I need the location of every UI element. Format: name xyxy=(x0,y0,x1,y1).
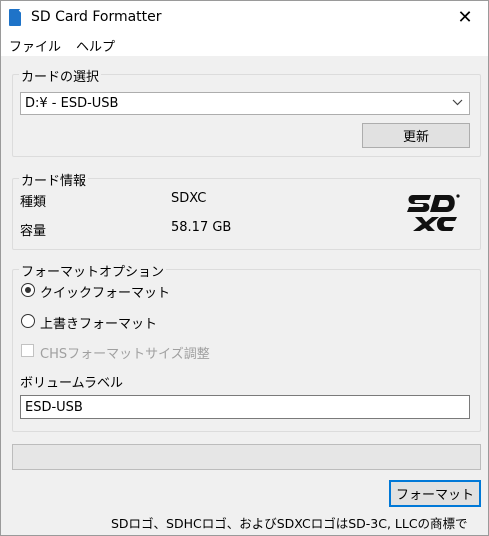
close-button[interactable]: ✕ xyxy=(442,1,488,34)
volume-label-value: ESD-USB xyxy=(25,399,83,415)
quick-format-label[interactable]: クイックフォーマット xyxy=(40,282,170,301)
app-window: SD Card Formatter ✕ ファイル ヘルプ カードの選択 D:¥ … xyxy=(0,0,489,536)
type-label: 種類 xyxy=(20,195,47,210)
card-info-label: カード情報 xyxy=(19,170,89,189)
chs-label: CHSフォーマットサイズ調整 xyxy=(40,347,210,362)
sdxc-logo xyxy=(403,191,465,233)
trademark-note: SDロゴ、SDHCロゴ、およびSDXCロゴはSD-3C, LLCの商標です。 xyxy=(111,516,468,536)
capacity-label: 容量 xyxy=(20,224,47,239)
quick-format-radio[interactable] xyxy=(21,283,35,297)
format-progress-bar xyxy=(12,444,481,470)
format-button[interactable]: フォーマット xyxy=(389,480,481,507)
title-bar[interactable]: SD Card Formatter ✕ xyxy=(1,1,488,34)
window-title: SD Card Formatter xyxy=(31,9,162,25)
chevron-down-icon xyxy=(452,96,463,109)
refresh-button-label: 更新 xyxy=(402,130,429,145)
close-icon: ✕ xyxy=(457,7,473,28)
format-options-label: フォーマットオプション xyxy=(19,261,167,280)
card-select-label: カードの選択 xyxy=(19,66,102,85)
overwrite-format-label[interactable]: 上書きフォーマット xyxy=(40,313,157,332)
volume-label-title: ボリュームラベル xyxy=(20,376,123,391)
chs-checkbox[interactable] xyxy=(21,344,34,357)
overwrite-format-radio[interactable] xyxy=(21,314,35,328)
volume-label-input[interactable]: ESD-USB xyxy=(20,395,470,419)
menu-file[interactable]: ファイル xyxy=(1,36,68,55)
drive-select-value: D:¥ - ESD-USB xyxy=(25,96,119,111)
refresh-button[interactable]: 更新 xyxy=(362,123,470,148)
type-value: SDXC xyxy=(171,191,207,206)
menu-bar: ファイル ヘルプ xyxy=(1,34,488,56)
drive-select[interactable]: D:¥ - ESD-USB xyxy=(20,92,470,115)
menu-help[interactable]: ヘルプ xyxy=(68,36,122,55)
sd-card-icon xyxy=(9,9,21,26)
format-button-label: フォーマット xyxy=(395,488,474,503)
capacity-value: 58.17 GB xyxy=(171,220,232,235)
